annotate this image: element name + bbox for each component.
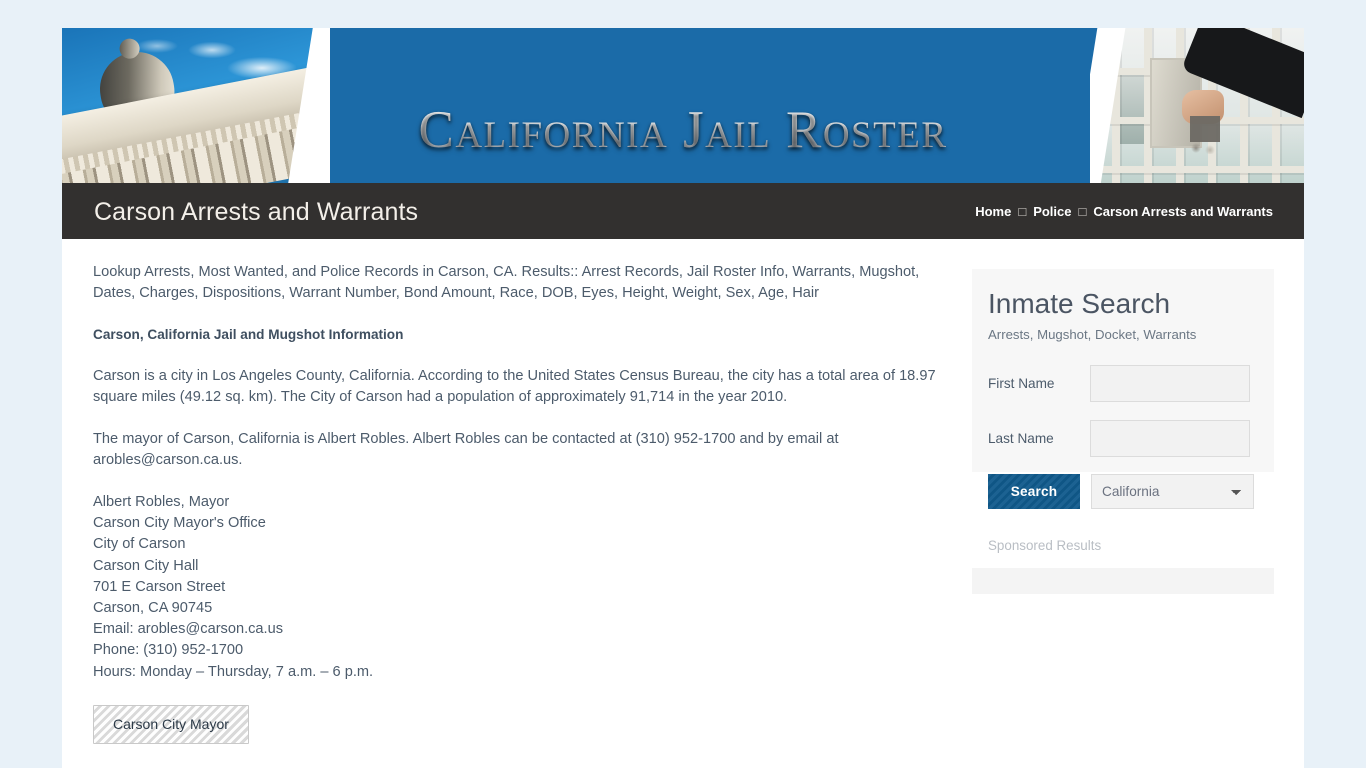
- page-header-bar: Carson Arrests and Warrants Home □ Polic…: [62, 183, 1304, 239]
- site-banner: California Jail Roster: [62, 28, 1304, 183]
- address-line: 701 E Carson Street: [93, 578, 226, 595]
- page-root: California Jail Roster Carson Arrests an…: [0, 0, 1366, 768]
- breadcrumb-item-current: Carson Arrests and Warrants: [1093, 204, 1273, 219]
- breadcrumb: Home □ Police □ Carson Arrests and Warra…: [975, 204, 1273, 219]
- last-name-input[interactable]: [1090, 420, 1250, 457]
- breadcrumb-item-home[interactable]: Home: [975, 204, 1011, 219]
- capitol-building-photo: [62, 28, 330, 183]
- page-title: Carson Arrests and Warrants: [94, 198, 419, 226]
- state-select[interactable]: California: [1091, 474, 1254, 509]
- jail-cell-door-photo: [1090, 28, 1304, 183]
- first-name-label: First Name: [988, 376, 1055, 391]
- address-line: Carson City Mayor's Office: [93, 515, 266, 532]
- carson-city-mayor-button[interactable]: Carson City Mayor: [93, 704, 249, 744]
- address-line: City of Carson: [93, 536, 186, 553]
- breadcrumb-separator-icon: □: [1018, 204, 1027, 219]
- address-line: Albert Robles, Mayor: [93, 494, 230, 510]
- search-controls-row: Search California: [988, 474, 1254, 509]
- sponsored-ad-placeholder: [972, 568, 1274, 594]
- first-name-input[interactable]: [1090, 365, 1250, 402]
- breadcrumb-separator-icon: □: [1078, 204, 1087, 219]
- sidebar: Inmate Search Arrests, Mugshot, Docket, …: [972, 269, 1274, 472]
- intro-paragraph: Lookup Arrests, Most Wanted, and Police …: [93, 264, 920, 301]
- inmate-search-subtitle: Arrests, Mugshot, Docket, Warrants: [988, 327, 1197, 342]
- section-heading: Carson, California Jail and Mugshot Info…: [93, 327, 404, 342]
- breadcrumb-item-police[interactable]: Police: [1033, 204, 1071, 219]
- first-name-row: First Name: [988, 365, 1255, 402]
- mayor-address-block: Albert Robles, Mayor Carson City Mayor's…: [93, 492, 938, 683]
- search-button[interactable]: Search: [988, 474, 1080, 509]
- main-content-column: Lookup Arrests, Most Wanted, and Police …: [93, 262, 938, 768]
- address-line: Carson, CA 90745: [93, 600, 213, 617]
- last-name-label: Last Name: [988, 431, 1054, 446]
- address-line: Phone: (310) 952-1700: [93, 642, 244, 659]
- address-line: Hours: Monday – Thursday, 7 a.m. – 6 p.m…: [93, 663, 374, 680]
- inmate-search-panel: Inmate Search Arrests, Mugshot, Docket, …: [972, 269, 1274, 472]
- last-name-row: Last Name: [988, 420, 1255, 457]
- inmate-search-title: Inmate Search: [988, 288, 1171, 319]
- address-line: Email: arobles@carson.ca.us: [93, 621, 284, 638]
- keys-icon: [1190, 116, 1220, 154]
- city-paragraph: Carson is a city in Los Angeles County, …: [93, 368, 936, 405]
- sponsored-results-label: Sponsored Results: [988, 538, 1102, 553]
- address-line: Carson City Hall: [93, 557, 199, 574]
- mayor-paragraph: The mayor of Carson, California is Alber…: [93, 431, 839, 468]
